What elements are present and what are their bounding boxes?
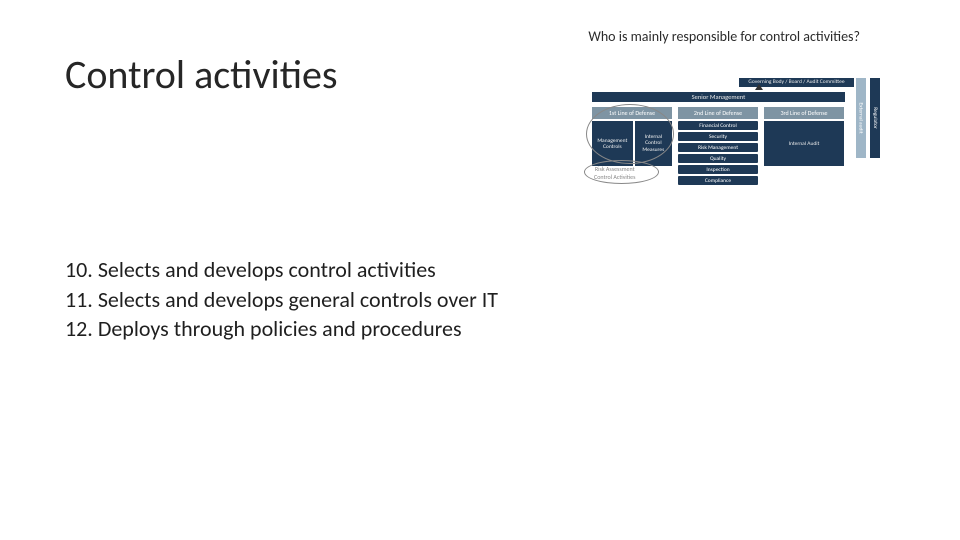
slide-title: Control activities <box>65 50 338 99</box>
three-lines-diagram: Governing Body / Board / Audit Committee… <box>590 62 880 202</box>
second-line-column: 2nd Line of Defense Financial Control Se… <box>678 107 758 187</box>
external-audit-bar: External audit <box>856 78 866 158</box>
bullet-10: 10. Selects and develops control activit… <box>65 255 498 285</box>
highlight-circle-icon <box>586 104 674 164</box>
pill-quality: Quality <box>678 154 758 163</box>
senior-management-bar: Senior Management <box>592 92 845 102</box>
second-line-header: 2nd Line of Defense <box>678 107 758 119</box>
bullet-12: 12. Deploys through policies and procedu… <box>65 314 498 344</box>
diagram-caption: Risk Assessment Control Activities <box>594 166 635 182</box>
pill-financial-control: Financial Control <box>678 121 758 130</box>
slide-question: Who is mainly responsible for control ac… <box>588 28 860 45</box>
pill-security: Security <box>678 132 758 141</box>
pill-compliance: Compliance <box>678 176 758 185</box>
regulator-bar: Regulator <box>870 78 880 158</box>
internal-audit-box: Internal Audit <box>764 121 844 166</box>
pill-inspection: Inspection <box>678 165 758 174</box>
pill-risk-management: Risk Management <box>678 143 758 152</box>
bullet-11: 11. Selects and develops general control… <box>65 285 498 315</box>
arrow-up-icon <box>755 84 763 90</box>
third-line-header: 3rd Line of Defense <box>764 107 844 119</box>
bullet-list: 10. Selects and develops control activit… <box>65 255 498 344</box>
third-line-column: 3rd Line of Defense Internal Audit <box>764 107 844 166</box>
